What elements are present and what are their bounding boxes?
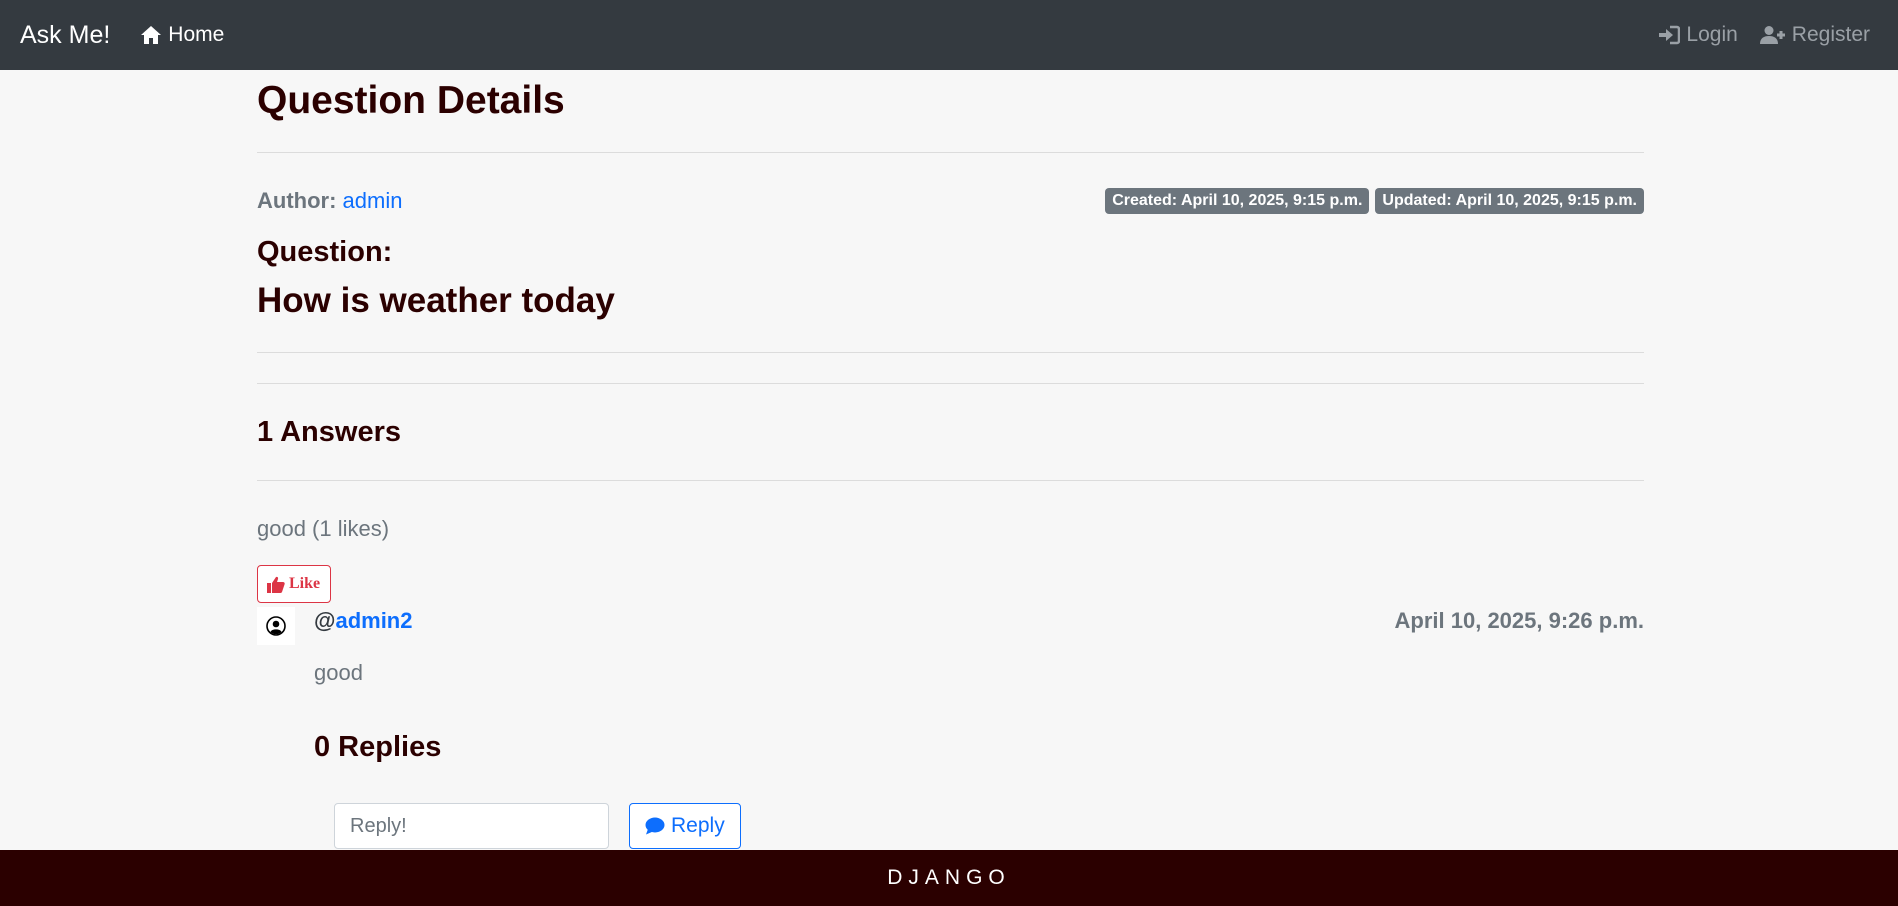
date-badges: Created: April 10, 2025, 9:15 p.m. Updat…: [1105, 188, 1644, 214]
footer-text: DJANGO: [887, 866, 1011, 889]
like-button[interactable]: Like: [257, 565, 332, 603]
created-badge: Created: April 10, 2025, 9:15 p.m.: [1105, 188, 1370, 214]
divider: [257, 383, 1644, 384]
author-line: Author: admin: [257, 188, 402, 214]
comment-date: April 10, 2025, 9:26 p.m.: [1394, 608, 1644, 633]
user-plus-icon: [1759, 26, 1785, 44]
page-title: Question Details: [257, 79, 565, 122]
reply-button-label: Reply: [671, 814, 725, 837]
nav-home-label: Home: [168, 23, 225, 46]
avatar: [257, 607, 295, 645]
nav-auth-links: Login Register: [1658, 23, 1870, 47]
thumbs-up-icon: [267, 576, 285, 593]
question-meta: Author: admin Created: April 10, 2025, 9…: [257, 186, 1644, 216]
nav-login-link[interactable]: Login: [1658, 23, 1738, 47]
answers-title: 1 Answers: [257, 416, 401, 448]
nav-home-link[interactable]: Home: [140, 23, 224, 47]
answer-item: good (1 likes) Like @admin2 April 10, 20…: [257, 515, 1644, 849]
nav-register-label: Register: [1791, 23, 1870, 46]
divider: [257, 152, 1644, 153]
sign-in-icon: [1659, 25, 1681, 45]
answer-comment: @admin2 April 10, 2025, 9:26 p.m. good 0…: [257, 607, 1644, 849]
question-label: Question:: [257, 236, 393, 268]
main-content: Question Details Author: admin Created: …: [257, 70, 1644, 849]
footer: DJANGO: [0, 850, 1898, 906]
answer-summary: good (1 likes): [257, 516, 390, 541]
user-prefix: @: [314, 608, 336, 633]
like-label: Like: [289, 575, 321, 592]
reply-button[interactable]: Reply: [629, 803, 741, 849]
nav-login-label: Login: [1686, 23, 1738, 46]
updated-badge: Updated: April 10, 2025, 9:15 p.m.: [1375, 188, 1644, 214]
reply-form: Reply: [334, 803, 1644, 849]
author-link[interactable]: admin: [343, 188, 403, 213]
comment-user: @admin2: [314, 608, 412, 634]
comment-body: @admin2 April 10, 2025, 9:26 p.m. good 0…: [314, 607, 1644, 849]
replies-title: 0 Replies: [314, 731, 442, 763]
comment-icon: [645, 817, 665, 835]
author-label: Author:: [257, 188, 337, 213]
top-navbar: Ask Me! Home Login Register: [0, 0, 1898, 70]
divider: [257, 480, 1644, 481]
comment-text: good: [314, 660, 363, 685]
reply-input[interactable]: [334, 803, 609, 849]
user-circle-icon: [266, 616, 286, 636]
nav-register-link[interactable]: Register: [1759, 23, 1870, 47]
divider: [257, 352, 1644, 353]
comment-user-link[interactable]: admin2: [335, 608, 412, 633]
home-icon: [141, 26, 162, 44]
comment-header: @admin2 April 10, 2025, 9:26 p.m.: [314, 607, 1644, 635]
brand-logo[interactable]: Ask Me!: [20, 21, 110, 50]
question-text: How is weather today: [257, 281, 615, 320]
